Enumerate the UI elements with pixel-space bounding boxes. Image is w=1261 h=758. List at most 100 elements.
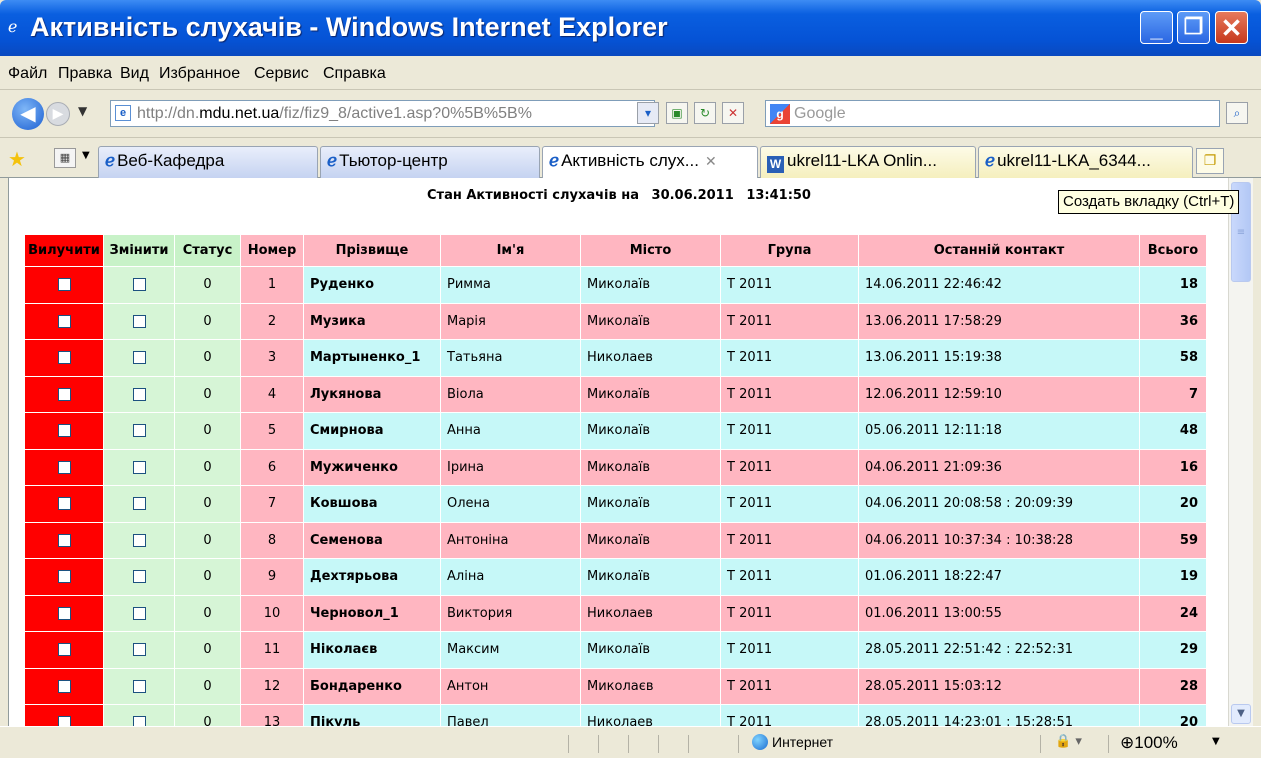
- quick-tabs-button[interactable]: ▦: [54, 148, 76, 168]
- globe-icon: [752, 734, 768, 750]
- delete-cell: [24, 448, 104, 486]
- menu-edit[interactable]: Правка: [58, 65, 112, 83]
- name-cell: Максим: [440, 631, 581, 669]
- group-cell: Т 2011: [720, 594, 859, 632]
- change-checkbox[interactable]: [132, 314, 146, 328]
- search-icon: ⌕: [1233, 106, 1241, 120]
- table-row: 0 13 Пікуль Павел Николаев Т 2011 28.05.2011 1…: [24, 704, 1207, 726]
- change-checkbox[interactable]: [132, 716, 146, 726]
- city-cell: Николаев: [580, 339, 721, 377]
- city-cell: Миколаїв: [580, 412, 721, 450]
- address-field[interactable]: e http://dn.mdu.net.ua/fiz/fiz9_8/active1…: [110, 100, 655, 127]
- change-cell: [103, 558, 175, 596]
- table-row: 0 11 Ніколаєв Максим Миколаїв Т 2011 28.05.201…: [24, 631, 1207, 669]
- menu-help[interactable]: Справка: [323, 65, 386, 83]
- change-checkbox[interactable]: [132, 351, 146, 365]
- status-cell: 0: [174, 558, 241, 596]
- delete-checkbox[interactable]: [57, 351, 71, 365]
- maximize-button[interactable]: ❐: [1177, 11, 1210, 44]
- delete-checkbox[interactable]: [57, 570, 71, 584]
- delete-checkbox[interactable]: [57, 497, 71, 511]
- forward-button[interactable]: ▶: [46, 102, 70, 126]
- new-tab-button[interactable]: ❐: [1196, 148, 1224, 174]
- title-bar[interactable]: ℯ Активність слухачів - Windows Internet…: [0, 0, 1261, 56]
- heading-time: 13:41:50: [746, 188, 811, 203]
- tab-tutor-center[interactable]: ℯ Тьютор-центр: [320, 146, 540, 178]
- scroll-down-button[interactable]: ▼: [1231, 704, 1251, 724]
- google-icon: g: [770, 104, 790, 124]
- name-cell: Марія: [440, 302, 581, 340]
- total-cell: 20: [1139, 485, 1207, 523]
- table-row: 0 5 Смирнова Анна Миколаїв Т 2011 05.06.2011 1…: [24, 412, 1207, 450]
- total-cell: 7: [1139, 375, 1207, 413]
- delete-checkbox[interactable]: [57, 606, 71, 620]
- compat-view-icon[interactable]: ▣: [666, 102, 688, 124]
- change-checkbox[interactable]: [132, 424, 146, 438]
- status-cell: 0: [174, 448, 241, 486]
- security-zone[interactable]: Интернет: [752, 734, 833, 750]
- change-checkbox[interactable]: [132, 606, 146, 620]
- number-cell: 13: [240, 704, 304, 726]
- total-cell: 16: [1139, 448, 1207, 486]
- change-checkbox[interactable]: [132, 497, 146, 511]
- menu-tools[interactable]: Сервис: [254, 65, 309, 83]
- vertical-scrollbar[interactable]: ≡ ▼: [1228, 178, 1253, 726]
- change-checkbox[interactable]: [132, 679, 146, 693]
- total-cell: 29: [1139, 631, 1207, 669]
- group-cell: Т 2011: [720, 266, 859, 304]
- last-contact-cell: 04.06.2011 10:37:34 : 10:38:28: [858, 521, 1140, 559]
- search-input[interactable]: g Google: [765, 100, 1220, 127]
- history-dropdown-icon[interactable]: ▼: [78, 104, 87, 118]
- change-checkbox[interactable]: [132, 387, 146, 401]
- tab-activity[interactable]: ℯ Активність слух... ✕: [542, 146, 758, 179]
- delete-checkbox[interactable]: [57, 643, 71, 657]
- change-checkbox[interactable]: [132, 278, 146, 292]
- change-checkbox[interactable]: [132, 533, 146, 547]
- protected-mode-icon[interactable]: 🔒 ▾: [1055, 734, 1082, 749]
- total-cell: 20: [1139, 704, 1207, 726]
- status-bar: Интернет 🔒 ▾ ⊕100% ▼: [0, 726, 1261, 758]
- group-cell: Т 2011: [720, 412, 859, 450]
- minimize-button[interactable]: _: [1140, 11, 1173, 44]
- change-checkbox[interactable]: [132, 460, 146, 474]
- number-cell: 11: [240, 631, 304, 669]
- zoom-dropdown-icon[interactable]: ▼: [1212, 736, 1220, 747]
- favorites-star-icon[interactable]: ★: [8, 147, 26, 171]
- change-cell: [103, 485, 175, 523]
- menu-view[interactable]: Вид: [120, 65, 149, 83]
- tab-ukrel-online[interactable]: Wukrel11-LKA Onlin...: [760, 146, 976, 178]
- city-cell: Миколаєв: [580, 667, 721, 705]
- menu-favorites[interactable]: Избранное: [159, 65, 240, 83]
- zoom-control[interactable]: ⊕100%: [1120, 733, 1178, 753]
- delete-checkbox[interactable]: [57, 278, 71, 292]
- delete-checkbox[interactable]: [57, 533, 71, 547]
- close-button[interactable]: ✕: [1215, 11, 1248, 44]
- delete-cell: [24, 339, 104, 377]
- change-checkbox[interactable]: [132, 643, 146, 657]
- number-cell: 10: [240, 594, 304, 632]
- delete-checkbox[interactable]: [57, 314, 71, 328]
- delete-checkbox[interactable]: [57, 716, 71, 726]
- delete-checkbox[interactable]: [57, 387, 71, 401]
- delete-cell: [24, 558, 104, 596]
- tab-close-icon[interactable]: ✕: [705, 153, 717, 169]
- delete-checkbox[interactable]: [57, 679, 71, 693]
- table-row: 0 12 Бондаренко Антон Миколаєв Т 2011 28.05.20…: [24, 667, 1207, 705]
- back-button[interactable]: ◀: [12, 98, 44, 130]
- refresh-icon[interactable]: ↻: [694, 102, 716, 124]
- number-cell: 1: [240, 266, 304, 304]
- tab-list-dropdown-icon[interactable]: ▼: [82, 150, 90, 161]
- address-dropdown-button[interactable]: ▾: [637, 102, 659, 124]
- total-cell: 18: [1139, 266, 1207, 304]
- tab-web-kafedra[interactable]: ℯ Веб-Кафедра: [98, 146, 318, 178]
- stop-icon[interactable]: ✕: [722, 102, 744, 124]
- table-header-row: Вилучити Змінити Статус Номер Прізвище І…: [24, 234, 1207, 267]
- delete-checkbox[interactable]: [57, 460, 71, 474]
- change-checkbox[interactable]: [132, 570, 146, 584]
- tab-bar: ★ ▦ ▼ ℯ Веб-Кафедра ℯ Тьютор-центр ℯ Активн…: [0, 138, 1261, 179]
- status-separator: [598, 735, 599, 753]
- menu-file[interactable]: Файл: [8, 65, 47, 83]
- search-button[interactable]: ⌕: [1226, 102, 1248, 124]
- delete-checkbox[interactable]: [57, 424, 71, 438]
- tab-ukrel-6344[interactable]: ℯ ukrel11-LKA_6344...: [978, 146, 1193, 178]
